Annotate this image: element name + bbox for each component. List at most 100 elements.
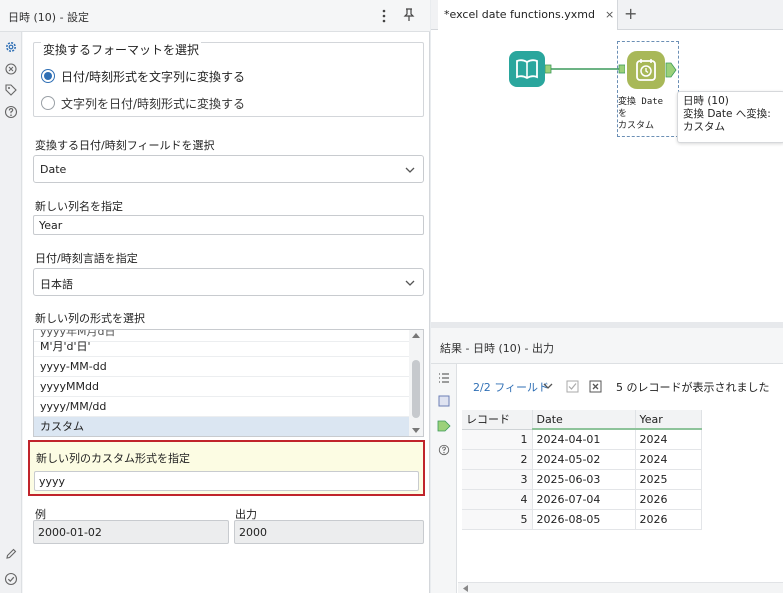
custom-format-value: yyyy [39, 475, 66, 488]
format-list-item[interactable]: M'月'd'日' [34, 337, 410, 357]
scroll-left-arrow-icon[interactable] [462, 585, 468, 592]
more-options-icon[interactable] [381, 9, 387, 23]
format-list-item[interactable]: yyyy/MM/dd [34, 397, 410, 417]
radio-button-checked[interactable] [41, 69, 55, 83]
tooltip-line: 日時 (10) [683, 95, 729, 107]
column-header-year[interactable]: Year [635, 410, 702, 430]
workflow-canvas[interactable]: *excel date functions.yxmd × + 変換 Date を… [431, 0, 783, 322]
custom-format-label: 新しい列のカスタム形式を指定 [36, 452, 190, 465]
settings-gear-icon[interactable] [4, 40, 18, 54]
output-anchor-icon[interactable] [665, 61, 677, 79]
output-anchor-tab-icon[interactable] [437, 420, 451, 432]
output-value: 2000 [239, 526, 267, 539]
tab-close-icon[interactable]: × [605, 8, 614, 21]
scroll-up-arrow-icon[interactable] [412, 332, 420, 338]
date-cell[interactable]: 2026-07-04 [532, 489, 636, 510]
tool-caption-line: 変換 Date [618, 97, 664, 107]
chevron-down-icon [405, 167, 415, 173]
scroll-down-arrow-icon[interactable] [412, 428, 420, 434]
list-view-icon[interactable] [438, 372, 450, 384]
check-select-icon[interactable] [566, 380, 579, 393]
field-selector-dropdown[interactable]: 2/2 フィールド [473, 379, 549, 395]
connections-icon[interactable] [4, 62, 18, 76]
format-list-item-selected[interactable]: カスタム [34, 417, 410, 436]
table-row[interactable]: 3 2025-06-03 2025 [462, 469, 702, 490]
config-title: 日時 (10) - 設定 [8, 9, 89, 25]
record-number-cell: 2 [462, 449, 533, 470]
table-row[interactable]: 2 2024-05-02 2024 [462, 449, 702, 470]
field-select-value: Date [40, 163, 67, 176]
language-value: 日本語 [40, 278, 73, 291]
results-horizontal-scrollbar[interactable] [458, 582, 783, 593]
chevron-down-icon[interactable] [543, 383, 553, 390]
radio-to-datetime[interactable]: 文字列を日付/時刻形式に変換する [41, 95, 245, 111]
config-body: 変換するフォーマットを選択 日付/時刻形式を文字列に変換する 文字列を日付/時刻… [23, 32, 429, 593]
add-tab-icon[interactable]: + [624, 4, 637, 23]
chevron-down-icon [405, 280, 415, 286]
config-panel: 日時 (10) - 設定 変換するフォーマットを選択 日付/時刻形式を文字列に変… [0, 0, 430, 593]
input-data-tool[interactable] [509, 51, 545, 87]
new-column-input[interactable]: Year [33, 215, 424, 235]
year-cell[interactable]: 2026 [635, 489, 702, 510]
tool-tooltip: 日時 (10) 変換 Date へ変換: カスタム [677, 91, 783, 143]
pin-icon[interactable] [402, 8, 416, 22]
custom-format-section: 新しい列のカスタム形式を指定 yyyy [28, 440, 425, 496]
table-row[interactable]: 4 2026-07-04 2026 [462, 489, 702, 510]
scrollbar-thumb[interactable] [412, 360, 420, 418]
help-icon[interactable] [4, 105, 18, 119]
results-panel: 結果 - 日時 (10) - 出力 2/2 フィールド 5 のレコードが表示され… [431, 322, 783, 593]
clock-icon [636, 59, 656, 81]
format-list-label: 新しい列の形式を選択 [35, 312, 145, 325]
format-list-item[interactable]: yyyyMMdd [34, 377, 410, 397]
format-list[interactable]: yyyy年M月d日 M'月'd'日' yyyy-MM-dd yyyyMMdd y… [33, 329, 424, 437]
datetime-tool[interactable] [627, 51, 665, 89]
radio-to-string-label: 日付/時刻形式を文字列に変換する [61, 69, 246, 84]
column-header-date[interactable]: Date [532, 410, 636, 430]
format-list-scrollbar[interactable] [409, 330, 423, 436]
book-icon [516, 59, 538, 80]
table-row[interactable]: 5 2026-08-05 2026 [462, 509, 702, 530]
example-field: 2000-01-02 [33, 520, 229, 544]
year-cell[interactable]: 2024 [635, 449, 702, 470]
check-circle-icon[interactable] [4, 572, 18, 586]
record-number-cell: 1 [462, 429, 533, 450]
tooltip-line: カスタム [683, 121, 725, 133]
edit-pencil-icon[interactable] [4, 547, 18, 561]
config-header: 日時 (10) - 設定 [0, 0, 430, 32]
column-header-record[interactable]: レコード [462, 410, 533, 430]
year-cell[interactable]: 2024 [635, 429, 702, 450]
date-cell[interactable]: 2025-06-03 [532, 469, 636, 490]
results-header: 結果 - 日時 (10) - 出力 [431, 328, 783, 364]
radio-to-datetime-label: 文字列を日付/時刻形式に変換する [61, 96, 246, 111]
tool-caption-line: を [618, 109, 628, 119]
language-dropdown[interactable]: 日本語 [33, 268, 424, 296]
radio-button-unchecked[interactable] [41, 96, 55, 110]
config-title-main: 日時 (10) [8, 11, 57, 24]
field-select-dropdown[interactable]: Date [33, 155, 424, 183]
format-group-legend: 変換するフォーマットを選択 [41, 41, 202, 58]
workflow-tab[interactable]: *excel date functions.yxmd × [438, 0, 618, 30]
config-side-rail [0, 32, 22, 593]
example-value: 2000-01-02 [38, 526, 102, 539]
help-icon[interactable] [438, 444, 450, 456]
record-number-cell: 3 [462, 469, 533, 490]
year-cell[interactable]: 2025 [635, 469, 702, 490]
tooltip-line: 変換 Date へ変換: [683, 108, 771, 120]
date-cell[interactable]: 2026-08-05 [532, 509, 636, 530]
records-count-message: 5 のレコードが表示されました [616, 381, 770, 394]
table-row[interactable]: 1 2024-04-01 2024 [462, 429, 702, 450]
date-cell[interactable]: 2024-04-01 [532, 429, 636, 450]
record-number-cell: 4 [462, 489, 533, 510]
workflow-tab-bar: *excel date functions.yxmd × + [431, 0, 783, 30]
year-cell[interactable]: 2026 [635, 509, 702, 530]
radio-to-string[interactable]: 日付/時刻形式を文字列に変換する [41, 68, 245, 84]
format-list-item[interactable]: yyyy-MM-dd [34, 357, 410, 377]
tag-icon[interactable] [4, 83, 18, 97]
tool-caption-line: カスタム [618, 121, 655, 131]
date-cell[interactable]: 2024-05-02 [532, 449, 636, 470]
deselect-icon[interactable] [589, 380, 602, 393]
results-title: 結果 - 日時 (10) - 出力 [440, 342, 555, 355]
metadata-icon[interactable] [438, 395, 450, 407]
output-field: 2000 [234, 520, 424, 544]
custom-format-input[interactable]: yyyy [34, 471, 419, 491]
